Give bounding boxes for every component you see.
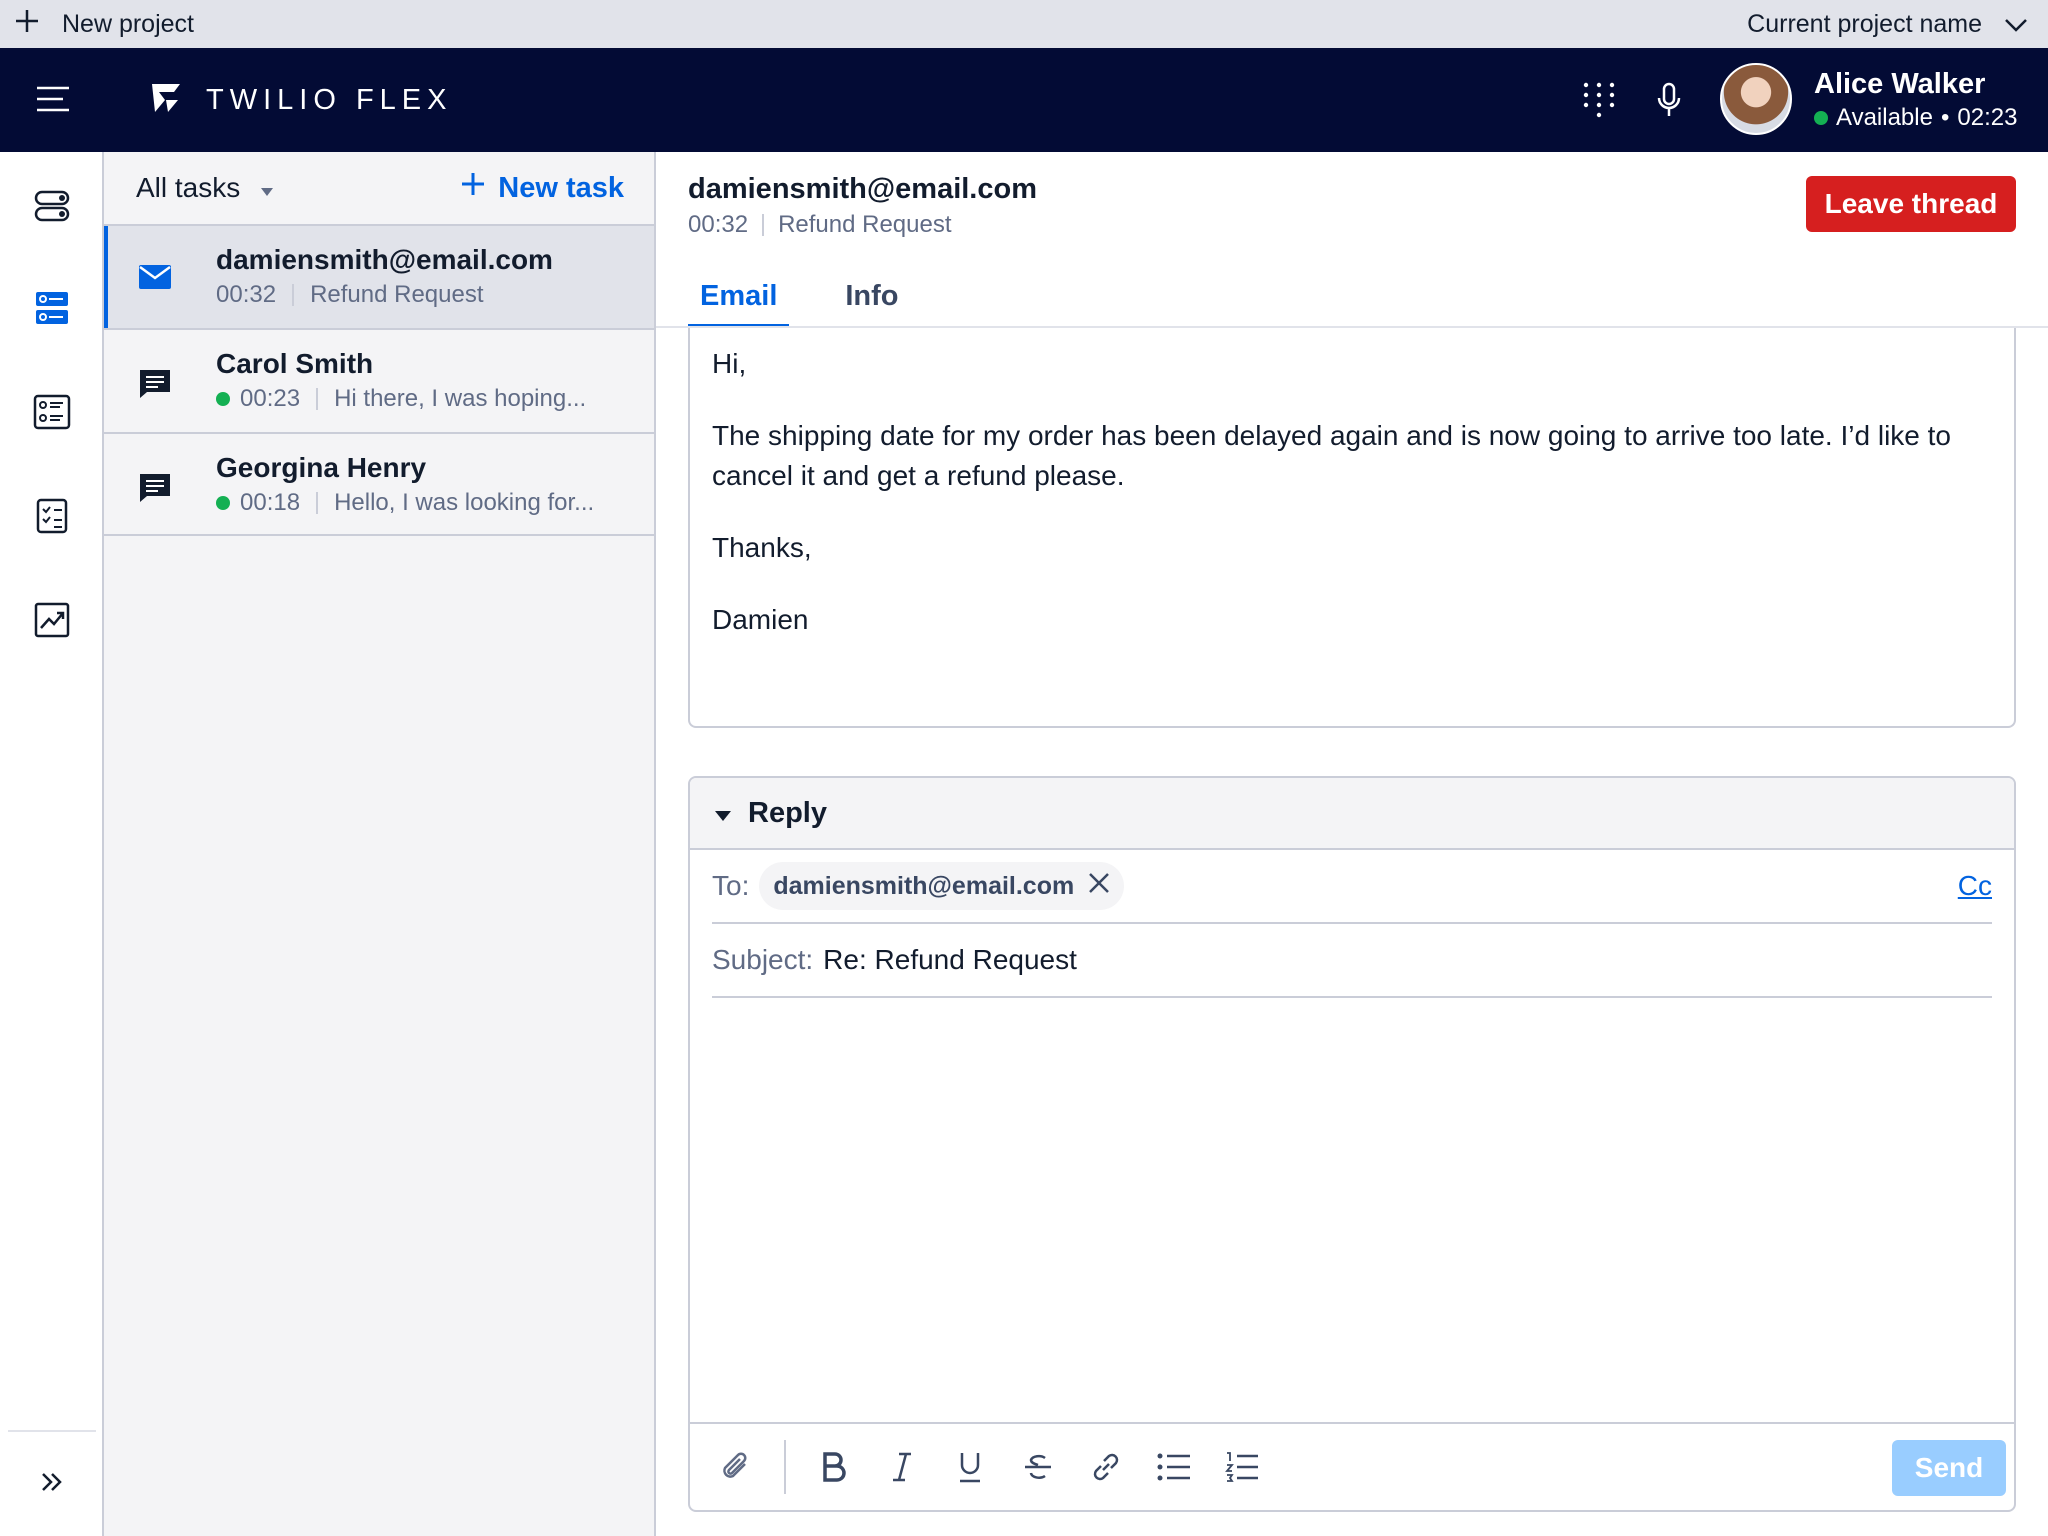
email-body-text: The shipping date for my order has been … [712, 420, 1951, 491]
underline-icon[interactable] [948, 1445, 992, 1489]
tasks-icon[interactable] [32, 288, 72, 328]
current-project-label: Current project name [1747, 9, 1982, 38]
new-task-label: New task [498, 171, 624, 204]
reply-title: Reply [748, 796, 827, 829]
task-timer: 00:32 [216, 281, 277, 308]
task-title: damiensmith@email.com [216, 244, 553, 275]
numbered-list-icon[interactable] [1220, 1445, 1264, 1489]
task-detail-panel: damiensmith@email.com 00:32 Refund Reque… [656, 152, 2048, 1536]
task-item[interactable]: Georgina Henry 00:18 Hello, I was lookin… [104, 432, 654, 536]
reply-composer: Reply To: damiensmith@email.com Cc Subje… [688, 776, 2016, 1512]
subject-value: Re: Refund Request [823, 944, 1077, 975]
new-project-label: New project [62, 9, 194, 38]
task-subject: Refund Request [778, 211, 952, 238]
project-selector[interactable]: Current project name [1747, 10, 2028, 39]
recipient-email: damiensmith@email.com [773, 871, 1075, 900]
task-timer: 00:32 [688, 211, 749, 238]
expand-icon[interactable] [32, 1462, 72, 1502]
queues-icon[interactable] [32, 392, 72, 432]
task-preview: Refund Request [310, 281, 484, 308]
tab-bar: Email Info [688, 272, 955, 328]
email-signoff: Thanks, [712, 532, 812, 563]
formatting-toolbar: Send [690, 1422, 2014, 1510]
italic-icon[interactable] [880, 1445, 924, 1489]
task-filter-label: All tasks [136, 172, 241, 203]
new-task-button[interactable]: New task [460, 171, 624, 205]
close-icon[interactable] [1088, 872, 1110, 901]
send-button[interactable]: Send [1892, 1440, 2006, 1496]
to-label: To: [712, 870, 750, 901]
twilio-flex-logo-icon [150, 82, 184, 119]
top-navigation: TWILIO FLEX Alice Walker Available • 02:… [0, 48, 2048, 152]
project-bar: New project Current project name [0, 0, 2048, 48]
active-dot-icon [216, 496, 230, 510]
task-preview: Hi there, I was hoping... [334, 385, 587, 412]
email-greeting: Hi, [712, 348, 747, 379]
email-message: Hi, The shipping date for my order has b… [688, 328, 2016, 728]
email-sender-name: Damien [712, 604, 809, 635]
available-dot-icon [1814, 111, 1828, 125]
subject-label: Subject: [712, 944, 814, 975]
attachment-icon[interactable] [714, 1445, 758, 1489]
task-filter-dropdown[interactable]: All tasks [136, 172, 274, 204]
bold-icon[interactable] [812, 1445, 856, 1489]
toggle-switch-icon[interactable] [32, 186, 72, 226]
chat-icon [138, 368, 172, 405]
availability-status: Available • 02:23 [1814, 102, 2017, 134]
status-timer: 02:23 [1957, 104, 2018, 131]
chat-icon [138, 472, 172, 509]
subject-field[interactable]: Subject: Re: Refund Request [712, 924, 1992, 998]
toolbar-divider [784, 1440, 786, 1494]
task-list-header: All tasks New task [104, 152, 654, 224]
leave-thread-button[interactable]: Leave thread [1806, 176, 2016, 232]
plus-icon [14, 8, 40, 41]
plus-icon [460, 171, 486, 205]
dialpad-icon[interactable] [1582, 81, 1616, 124]
tab-email[interactable]: Email [688, 272, 790, 328]
microphone-icon[interactable] [1656, 82, 1682, 123]
task-item[interactable]: damiensmith@email.com 00:32 Refund Reque… [104, 224, 654, 328]
task-item[interactable]: Carol Smith 00:23 Hi there, I was hoping… [104, 328, 654, 432]
task-list-panel: All tasks New task damiensmith@email.com… [104, 152, 656, 1536]
task-header: damiensmith@email.com 00:32 Refund Reque… [688, 170, 1037, 242]
divider [316, 492, 319, 514]
rail-divider [8, 1430, 96, 1432]
divider [292, 284, 295, 306]
chevron-down-icon [2004, 10, 2028, 39]
status-separator: • [1940, 104, 1950, 131]
avatar[interactable] [1720, 63, 1792, 135]
side-navigation [0, 152, 104, 1536]
caret-down-icon [714, 797, 732, 830]
tab-info[interactable]: Info [833, 272, 910, 328]
user-name: Alice Walker [1814, 68, 1986, 100]
checklist-icon[interactable] [32, 496, 72, 536]
email-icon [138, 264, 172, 295]
new-project-button[interactable]: New project [14, 8, 194, 41]
user-status[interactable]: Alice Walker Available • 02:23 [1814, 66, 2017, 134]
task-title: Carol Smith [216, 348, 374, 379]
task-preview: Hello, I was looking for... [334, 489, 595, 516]
status-label: Available [1836, 104, 1933, 131]
active-dot-icon [216, 392, 230, 406]
page-title: damiensmith@email.com [688, 173, 1037, 205]
brand-name: TWILIO FLEX [206, 84, 453, 116]
brand-logo: TWILIO FLEX [150, 82, 452, 119]
to-field[interactable]: To: damiensmith@email.com Cc [712, 850, 1992, 924]
task-title: Georgina Henry [216, 452, 427, 483]
divider [762, 214, 765, 236]
divider [316, 388, 319, 410]
link-icon[interactable] [1084, 1445, 1128, 1489]
strikethrough-icon[interactable] [1016, 1445, 1060, 1489]
recipient-chip[interactable]: damiensmith@email.com [759, 862, 1125, 910]
menu-icon[interactable] [36, 86, 70, 117]
caret-down-icon [260, 172, 274, 204]
analytics-icon[interactable] [32, 600, 72, 640]
cc-link[interactable]: Cc [1958, 870, 1992, 902]
task-timer: 00:23 [240, 385, 301, 412]
bulleted-list-icon[interactable] [1152, 1445, 1196, 1489]
reply-toggle[interactable]: Reply [690, 778, 2014, 850]
task-timer: 00:18 [240, 489, 301, 516]
